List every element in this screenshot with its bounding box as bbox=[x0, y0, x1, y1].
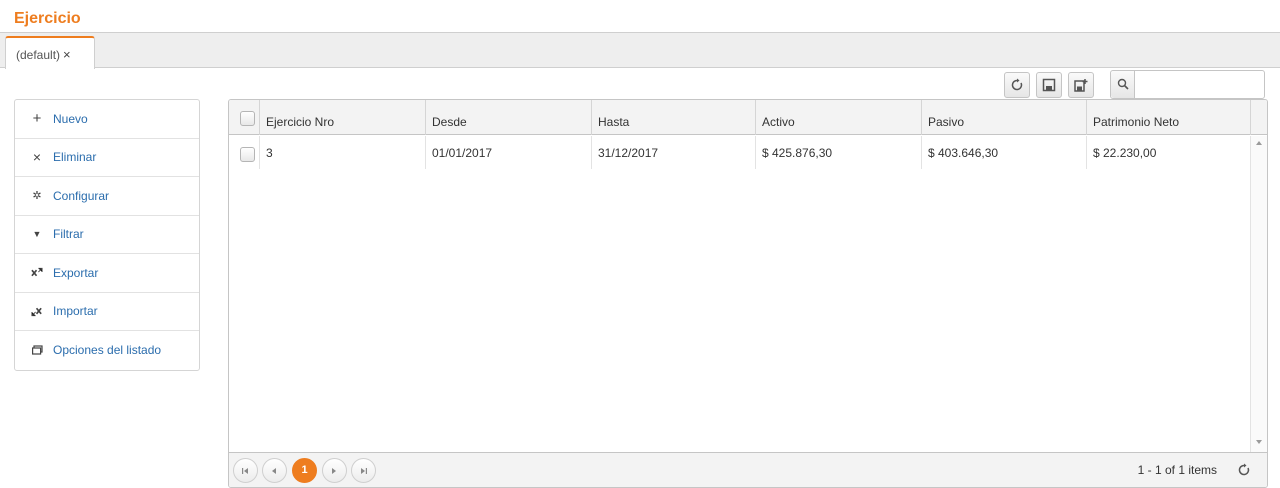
last-page-button[interactable] bbox=[351, 458, 376, 483]
scroll-down-icon[interactable] bbox=[1256, 440, 1262, 444]
select-all-checkbox[interactable] bbox=[240, 111, 255, 126]
previous-page-icon bbox=[272, 468, 276, 474]
pager-info: 1 - 1 of 1 items bbox=[1137, 463, 1217, 477]
tab-close-icon[interactable]: × bbox=[63, 47, 71, 62]
vertical-scrollbar[interactable] bbox=[1250, 136, 1267, 452]
close-icon: × bbox=[32, 149, 42, 166]
tab-bar: (default) × bbox=[0, 32, 1280, 69]
save-icon bbox=[1042, 78, 1056, 92]
refresh-button[interactable] bbox=[1004, 72, 1030, 98]
scroll-up-icon[interactable] bbox=[1256, 141, 1262, 145]
page-title: Ejercicio bbox=[14, 10, 81, 27]
menu-item-label: Opciones del listado bbox=[53, 343, 162, 358]
refresh-icon bbox=[1011, 78, 1023, 91]
menu-item-label: Exportar bbox=[53, 265, 99, 280]
menu-item-label: Filtrar bbox=[53, 227, 84, 242]
last-page-icon bbox=[361, 468, 367, 474]
gear-icon: ✲ bbox=[32, 190, 42, 203]
table-cell: 01/01/2017 bbox=[425, 136, 591, 169]
plus-icon: + bbox=[32, 110, 42, 128]
menu-item-configurar[interactable]: ✲ Configurar bbox=[15, 177, 199, 216]
column-header-pasivo[interactable]: Pasivo bbox=[921, 100, 1086, 135]
save-as-button[interactable] bbox=[1068, 72, 1094, 98]
row-select-cell bbox=[229, 136, 259, 169]
next-page-icon bbox=[332, 468, 336, 474]
action-menu: + Nuevo × Eliminar ✲ Configurar ▼ Filtra… bbox=[14, 99, 200, 371]
select-all-cell bbox=[229, 100, 259, 135]
save-button[interactable] bbox=[1036, 72, 1062, 98]
column-header-hasta[interactable]: Hasta bbox=[591, 100, 755, 135]
excel-import-icon bbox=[31, 305, 43, 317]
first-page-button[interactable] bbox=[233, 458, 258, 483]
menu-item-importar[interactable]: Importar bbox=[15, 293, 199, 331]
table-cell: 31/12/2017 bbox=[591, 136, 755, 169]
search-button[interactable] bbox=[1111, 71, 1135, 98]
menu-item-label: Nuevo bbox=[53, 111, 88, 126]
filter-icon: ▼ bbox=[32, 229, 42, 240]
column-header-patrimonio-neto[interactable]: Patrimonio Neto bbox=[1086, 100, 1250, 135]
menu-item-exportar[interactable]: Exportar bbox=[15, 254, 199, 293]
grid-header: Ejercicio Nro Desde Hasta Activo Pasivo … bbox=[229, 100, 1267, 135]
header-scroll-spacer bbox=[1250, 100, 1267, 135]
excel-export-icon bbox=[31, 267, 43, 279]
next-page-button[interactable] bbox=[322, 458, 347, 483]
refresh-icon[interactable] bbox=[1237, 463, 1251, 477]
page-number-button[interactable]: 1 bbox=[292, 458, 317, 483]
column-header-activo[interactable]: Activo bbox=[755, 100, 921, 135]
menu-item-filtrar[interactable]: ▼ Filtrar bbox=[15, 216, 199, 254]
data-grid: Ejercicio Nro Desde Hasta Activo Pasivo … bbox=[228, 99, 1268, 488]
table-row[interactable]: 3 01/01/2017 31/12/2017 $ 425.876,30 $ 4… bbox=[229, 136, 1250, 169]
menu-item-nuevo[interactable]: + Nuevo bbox=[15, 100, 199, 139]
search-box bbox=[1110, 70, 1265, 99]
save-as-icon bbox=[1074, 79, 1088, 92]
table-cell: $ 425.876,30 bbox=[755, 136, 921, 169]
table-cell: $ 403.646,30 bbox=[921, 136, 1086, 169]
search-icon bbox=[1117, 78, 1129, 90]
column-header-desde[interactable]: Desde bbox=[425, 100, 591, 135]
search-input[interactable] bbox=[1136, 72, 1263, 97]
menu-item-label: Eliminar bbox=[53, 150, 97, 165]
table-cell: $ 22.230,00 bbox=[1086, 136, 1250, 169]
menu-item-eliminar[interactable]: × Eliminar bbox=[15, 139, 199, 177]
table-cell: 3 bbox=[259, 136, 425, 169]
menu-item-label: Configurar bbox=[53, 188, 110, 203]
previous-page-button[interactable] bbox=[262, 458, 287, 483]
menu-item-label: Importar bbox=[53, 304, 98, 319]
row-checkbox[interactable] bbox=[240, 147, 255, 162]
list-options-icon bbox=[31, 344, 43, 356]
tab-default[interactable]: (default) × bbox=[5, 36, 95, 69]
tab-label: (default) bbox=[16, 48, 61, 62]
menu-item-opciones-listado[interactable]: Opciones del listado bbox=[15, 331, 199, 370]
first-page-icon bbox=[242, 468, 248, 474]
pager: 1 1 - 1 of 1 items bbox=[229, 452, 1267, 487]
column-header-ejercicio-nro[interactable]: Ejercicio Nro bbox=[259, 100, 425, 135]
